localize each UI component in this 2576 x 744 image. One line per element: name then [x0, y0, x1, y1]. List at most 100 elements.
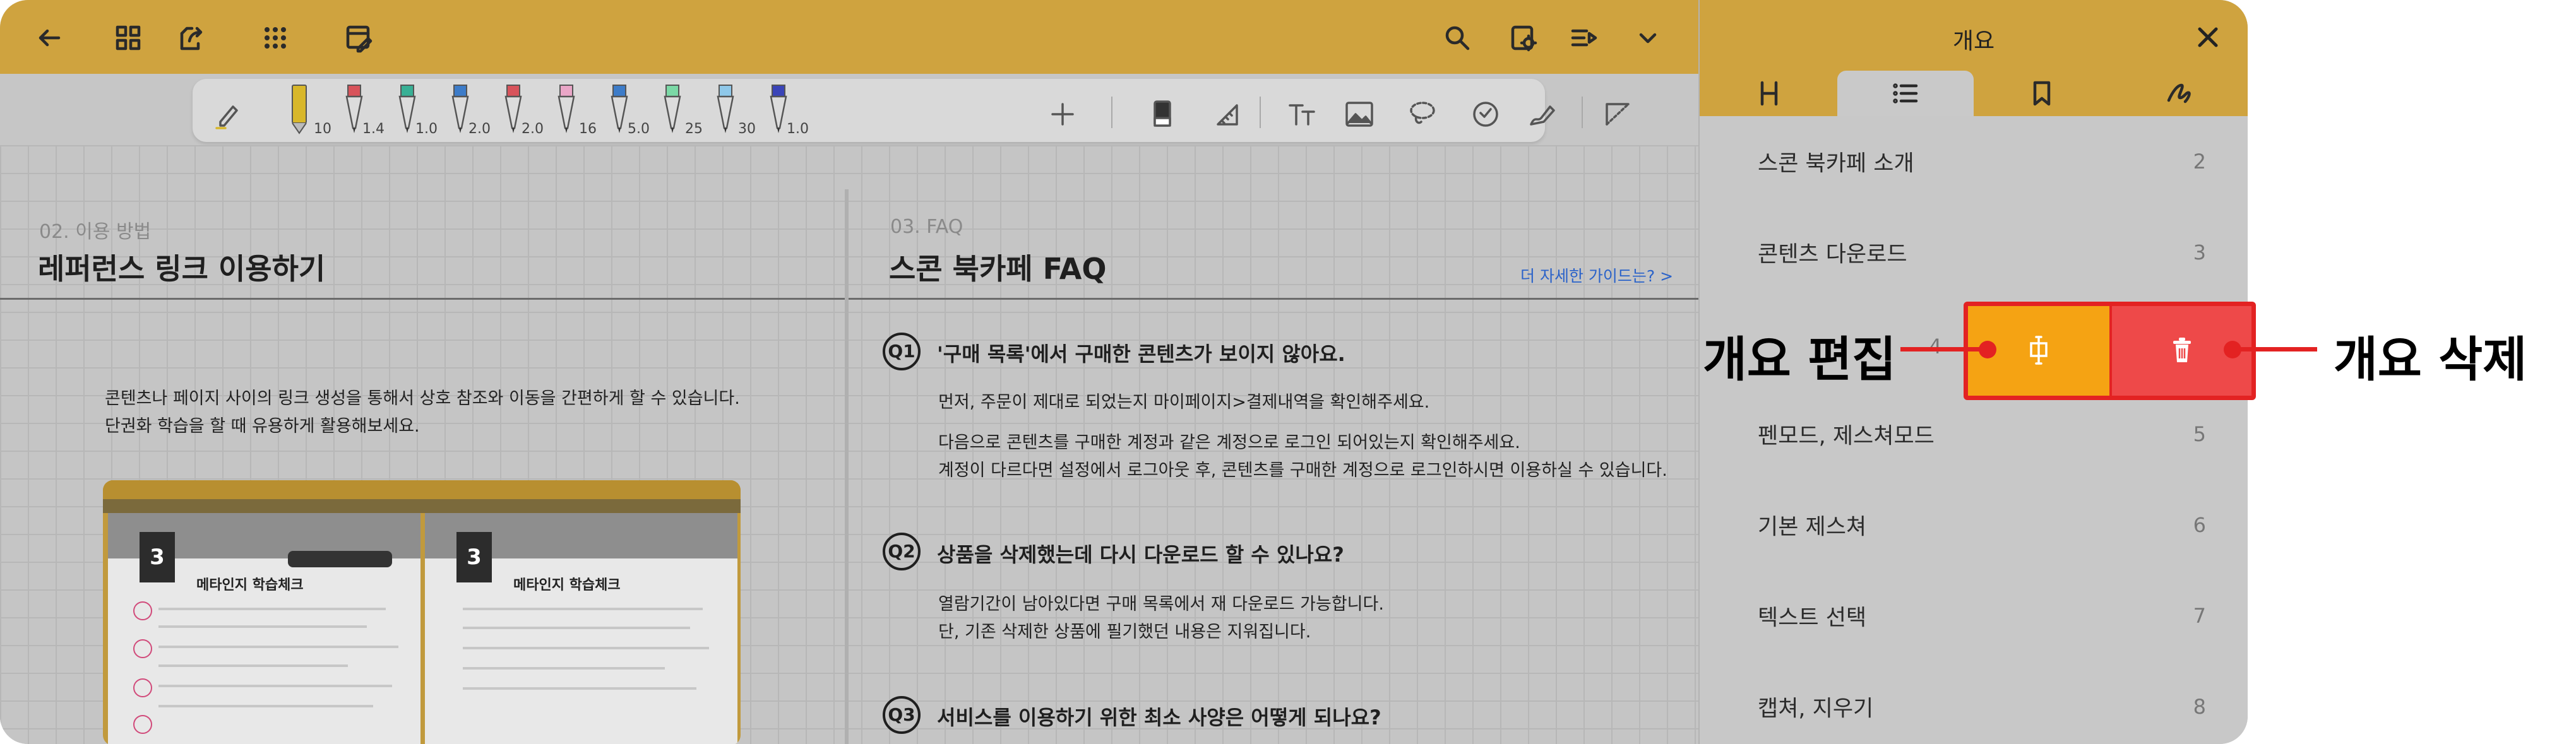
preview-text-line	[158, 705, 373, 707]
layout-edit-icon[interactable]	[341, 20, 376, 56]
outline-page-number: 4	[1929, 334, 1942, 358]
tab-hierarchy[interactable]	[1701, 71, 1837, 116]
crop-icon[interactable]	[1601, 97, 1636, 132]
search-icon[interactable]	[1440, 20, 1475, 56]
pen-toolbar-strip: 10 1.4 1.0 2.0 2.0 16 5.0 25 30 1.0	[0, 74, 1698, 145]
faq-answer: 단, 기존 삭제한 상품에 필기했던 내용은 지워집니다.	[938, 622, 1311, 642]
toolbar-separator	[1111, 97, 1112, 128]
preview-text-line	[463, 687, 696, 690]
tab-outline[interactable]	[1837, 71, 1974, 116]
panel-header: 개요	[1700, 0, 2248, 71]
outline-page-number: 7	[2193, 604, 2206, 628]
pen-tool-marker-skyblue[interactable]: 30	[699, 80, 756, 138]
section-number: 03. FAQ	[890, 216, 963, 238]
panel-tabs	[1700, 71, 2248, 116]
pen-tool-pen-navy[interactable]: 1.0	[752, 80, 809, 138]
sticker-icon[interactable]	[1468, 97, 1503, 132]
outline-item[interactable]: 스콘 북카페 소개 2	[1700, 116, 2248, 207]
faq-badge-q3: Q3	[883, 696, 921, 734]
outline-item[interactable]: 텍스트 선택 7	[1700, 570, 2248, 661]
apps-icon[interactable]	[258, 20, 293, 56]
preview-text-line	[158, 625, 367, 628]
pen-settings-icon[interactable]	[212, 97, 247, 132]
grid-view-icon[interactable]	[110, 20, 146, 56]
shape-pen-icon[interactable]	[1525, 97, 1560, 132]
faq-question-q3: 서비스를 이용하기 위한 최소 사양은 어떻게 되나요?	[937, 706, 1381, 729]
outline-item[interactable]: 기본 제스쳐 6	[1700, 480, 2248, 570]
back-arrow-icon[interactable]	[32, 20, 67, 56]
page-title: 스콘 북카페 FAQ	[889, 252, 1107, 286]
list-play-icon[interactable]	[1566, 20, 1601, 56]
outline-item-label: 콘텐츠 다운로드	[1758, 242, 1907, 268]
settings-icon[interactable]	[1506, 20, 1541, 56]
guide-link[interactable]: 더 자세한 가이드는? >	[1520, 264, 1673, 286]
title-rule	[849, 298, 1698, 300]
add-icon[interactable]	[1045, 97, 1080, 132]
lasso-icon[interactable]	[1405, 97, 1440, 132]
top-bar	[0, 0, 1698, 74]
preview-title: 메타인지 학습체크	[196, 577, 304, 593]
preview-tabs	[103, 499, 741, 513]
pen-tool-marker-green[interactable]: 25	[646, 80, 703, 138]
pen-tool-marker-pink[interactable]: 16	[540, 80, 597, 138]
faq-question-q2: 상품을 삭제했는데 다시 다운로드 할 수 있나요?	[937, 543, 1344, 567]
reference-link-preview-image: 3 메타인지 학습체크 3 메타인지 학습체크	[103, 480, 741, 744]
outline-item-label: 펜모드, 제스쳐모드	[1758, 423, 1935, 449]
preview-page-right: 3 메타인지 학습체크	[425, 513, 737, 744]
pen-tool-highlighter-gold[interactable]: 10	[275, 80, 331, 138]
edit-outline-icon	[2030, 336, 2048, 365]
outline-page-number: 8	[2193, 695, 2206, 719]
outline-item[interactable]: 펜모드, 제스쳐모드 5	[1700, 389, 2248, 480]
preview-text-line	[158, 646, 398, 648]
preview-annotation	[133, 715, 152, 734]
preview-text-line	[158, 685, 392, 687]
page-divider	[845, 189, 849, 744]
pen-toolbar: 10 1.4 1.0 2.0 2.0 16 5.0 25 30 1.0	[193, 79, 1630, 142]
body-text: 단권화 학습을 할 때 유용하게 활용해보세요.	[105, 416, 420, 436]
chevron-down-icon[interactable]	[1630, 20, 1666, 56]
outline-item[interactable]: 캡쳐, 지우기 8	[1700, 661, 2248, 744]
eraser-icon[interactable]	[1145, 97, 1180, 132]
pen-size-label: 1.0	[787, 121, 809, 137]
outline-item[interactable]: 콘텐츠 다운로드 3	[1700, 207, 2248, 298]
preview-title: 메타인지 학습체크	[513, 577, 621, 593]
preview-annotation	[133, 678, 152, 697]
hierarchy-icon	[1760, 81, 1778, 106]
outline-item-label: 기본 제스쳐	[1758, 514, 1867, 540]
title-rule	[0, 298, 845, 300]
panel-title: 개요	[1952, 28, 1995, 54]
callout-edit-label: 개요 편집	[1703, 331, 1897, 387]
outline-item-label: 캡쳐, 지우기	[1758, 696, 1874, 722]
close-icon[interactable]	[2192, 21, 2224, 53]
chapter-badge: 3	[140, 532, 175, 582]
preview-text-line	[463, 667, 665, 670]
handwriting-icon	[2167, 83, 2191, 103]
outline-page-number: 6	[2193, 513, 2206, 537]
preview-text-line	[463, 647, 709, 649]
faq-badge-q2: Q2	[883, 533, 921, 570]
preview-annotation	[133, 639, 152, 658]
app-window: 10 1.4 1.0 2.0 2.0 16 5.0 25 30 1.0 02. 이용 방법 레퍼런…	[0, 0, 2248, 744]
pen-tool-pen-red-2[interactable]: 2.0	[487, 80, 544, 138]
page-export-icon[interactable]	[174, 20, 209, 56]
pen-tool-pen-teal[interactable]: 1.0	[381, 80, 438, 138]
tab-bookmark[interactable]	[1974, 71, 2110, 116]
list-icon	[1893, 83, 1918, 103]
preview-text-line	[158, 608, 386, 610]
faq-answer: 계정이 다르다면 설정에서 로그아웃 후, 콘텐츠를 구매한 계정으로 로그인하…	[938, 461, 1667, 480]
document-canvas[interactable]: 02. 이용 방법 레퍼런스 링크 이용하기 콘텐츠나 페이지 사이의 링크 생…	[0, 145, 1698, 744]
preview-text-line	[158, 664, 348, 667]
outline-page-number: 5	[2193, 422, 2206, 446]
faq-badge-q1: Q1	[883, 333, 921, 370]
tab-handwriting[interactable]	[2110, 71, 2246, 116]
preview-text-line	[463, 627, 690, 629]
image-icon[interactable]	[1342, 97, 1377, 132]
ruler-icon[interactable]	[1209, 97, 1244, 132]
pen-tool-pen-blue[interactable]: 2.0	[434, 80, 491, 138]
text-icon[interactable]	[1285, 97, 1320, 132]
pen-tool-pen-red[interactable]: 1.4	[328, 80, 385, 138]
faq-answer: 먼저, 주문이 제대로 되었는지 마이페이지>결제내역을 확인해주세요.	[938, 393, 1430, 412]
outline-page-number: 3	[2193, 240, 2206, 264]
pen-tool-pen-blue-2[interactable]: 5.0	[593, 80, 650, 138]
callout-edit-line	[1900, 347, 1986, 351]
